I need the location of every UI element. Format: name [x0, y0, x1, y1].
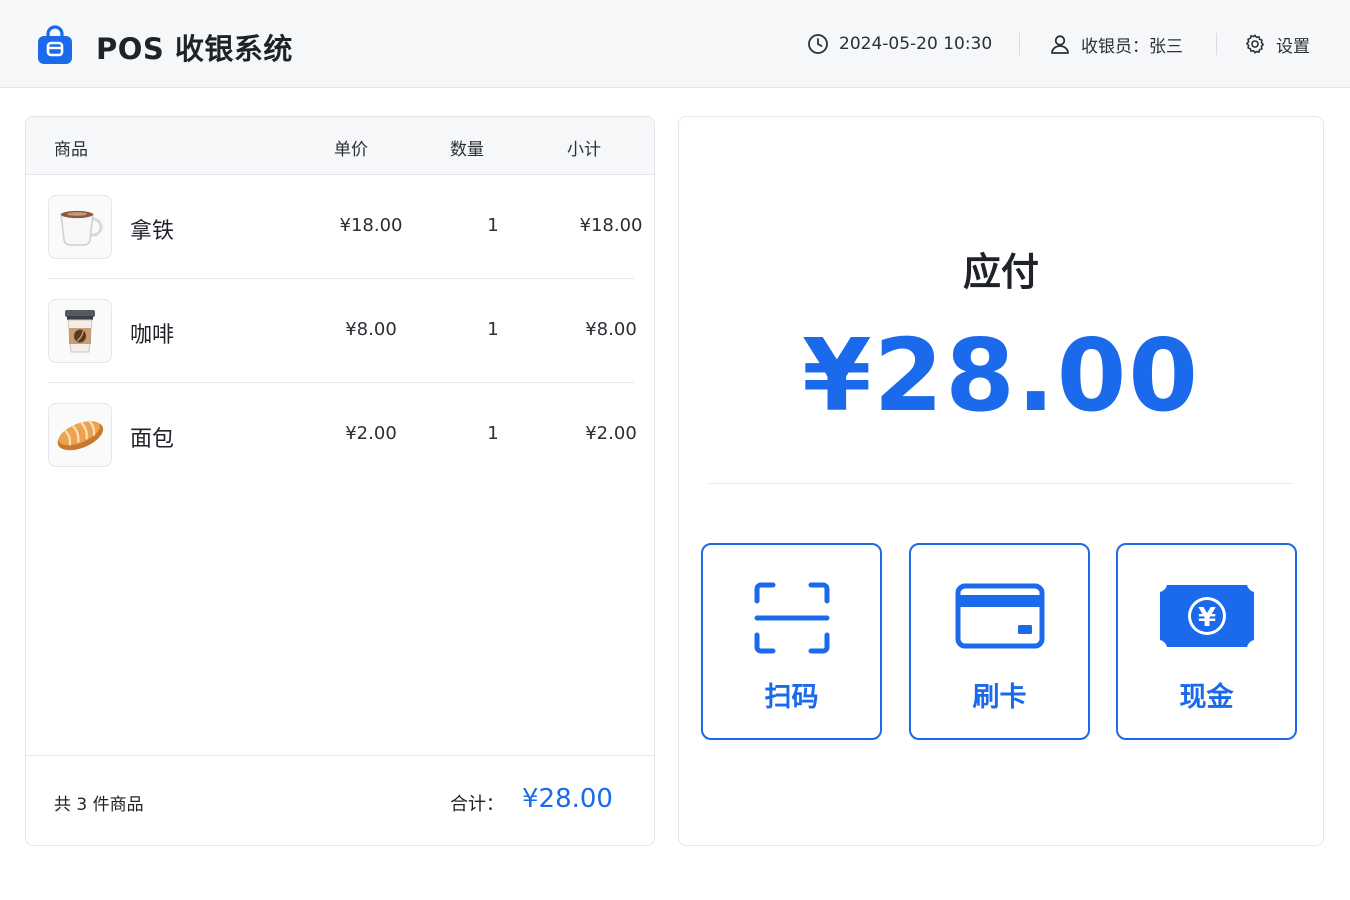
subtotal: ¥8.00 [585, 319, 637, 340]
header-divider [1019, 33, 1020, 55]
gear-icon [1246, 34, 1264, 54]
header-divider [1216, 33, 1217, 55]
top-bar: POS 收银系统 2024-05-20 10:30 收银员：张三 设置 [0, 0, 1350, 88]
app-title: POS 收银系统 [96, 32, 293, 66]
datetime-display: 2024-05-20 10:30 [807, 32, 992, 56]
table-header: 商品 单价 数量 小计 [26, 117, 654, 175]
cashier-text: 收银员：张三 [1081, 36, 1183, 57]
product-thumbnail [48, 195, 112, 259]
quantity: 1 [487, 423, 499, 444]
subtotal: ¥2.00 [585, 423, 637, 444]
scan-icon [754, 582, 829, 654]
takeaway-coffee-icon [65, 310, 95, 353]
settings-label: 设置 [1276, 36, 1310, 57]
total-label: 合计： [450, 794, 504, 815]
unit-price: ¥18.00 [339, 215, 403, 236]
card-pay-button[interactable]: 刷卡 [909, 543, 1090, 740]
product-name: 咖啡 [130, 323, 175, 348]
shopping-bag-icon [38, 25, 72, 64]
card-pay-label: 刷卡 [972, 682, 1027, 713]
quantity: 1 [487, 215, 499, 236]
column-header-subtotal: 小计 [567, 140, 601, 160]
quantity: 1 [487, 319, 499, 340]
amount-due-label: 应付 [962, 250, 1039, 294]
cash-pay-button[interactable]: ¥ 现金 [1116, 543, 1297, 740]
total-amount: ¥28.00 [522, 784, 613, 814]
product-name: 拿铁 [130, 219, 175, 244]
table-row[interactable]: 面包 ¥2.00 1 ¥2.00 [48, 383, 637, 487]
table-row[interactable]: 拿铁 ¥18.00 1 ¥18.00 [48, 175, 642, 279]
column-header-quantity: 数量 [450, 140, 484, 160]
divider [709, 483, 1293, 484]
cash-pay-label: 现金 [1179, 682, 1234, 713]
product-name: 面包 [130, 427, 175, 452]
subtotal: ¥18.00 [579, 215, 643, 236]
column-header-product: 商品 [54, 140, 88, 160]
product-thumbnail [48, 403, 112, 467]
datetime-text: 2024-05-20 10:30 [839, 34, 993, 54]
cart-summary: 共 3 件商品 合计： ¥28.00 [26, 755, 654, 845]
payment-panel: 应付 ¥28.00 扫码 刷卡 ¥ 现金 [678, 116, 1324, 846]
column-header-unit-price: 单价 [334, 140, 368, 160]
coffee-cup-icon [60, 210, 103, 246]
svg-text:¥: ¥ [1197, 603, 1215, 633]
clock-icon [808, 34, 828, 54]
item-count: 共 3 件商品 [54, 795, 144, 815]
product-thumbnail [48, 299, 112, 363]
table-row[interactable]: 咖啡 ¥8.00 1 ¥8.00 [48, 279, 637, 383]
scan-pay-button[interactable]: 扫码 [701, 543, 882, 740]
amount-due-value: ¥28.00 [802, 317, 1200, 434]
bread-icon [57, 420, 104, 451]
cashier-info: 收银员：张三 [1049, 32, 1183, 57]
scan-pay-label: 扫码 [764, 682, 819, 713]
cart-panel: 商品 单价 数量 小计 拿铁 ¥18.00 1 ¥18.00 咖啡 ¥8.00 … [25, 116, 655, 846]
unit-price: ¥2.00 [345, 423, 397, 444]
cash-icon: ¥ [1159, 585, 1254, 647]
bank-card-icon [955, 583, 1044, 649]
user-icon [1051, 35, 1069, 54]
settings-button[interactable]: 设置 [1244, 32, 1310, 57]
unit-price: ¥8.00 [345, 319, 397, 340]
